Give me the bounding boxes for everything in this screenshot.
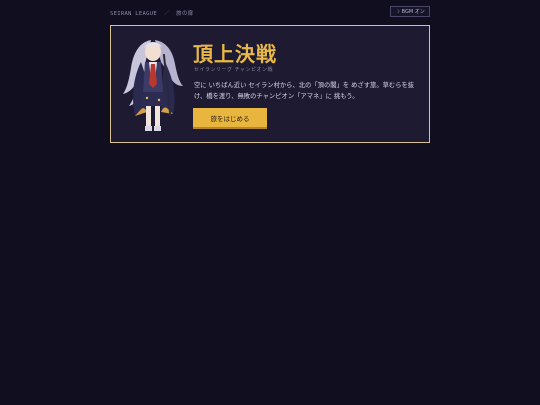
breadcrumb-current: 旅の扉	[176, 11, 194, 17]
hero-subtitle: セイランリーグ チャンピオン戦	[194, 67, 274, 73]
breadcrumb-separator: ／	[163, 11, 170, 17]
breadcrumb-league[interactable]: SEIRAN LEAGUE	[110, 11, 157, 17]
hero-description: 空に いちばん近い セイラン村から、北の「頂の閣」を めざす旅。草むらを抜け、橋…	[194, 82, 415, 100]
start-journey-button[interactable]: 旅をはじめる	[193, 108, 267, 129]
moon-icon: ☽	[395, 8, 400, 15]
breadcrumb: SEIRAN LEAGUE ／ 旅の扉	[110, 9, 193, 17]
bgm-toggle-label: BGM オン	[401, 9, 425, 15]
champion-portrait	[123, 40, 183, 131]
bgm-toggle-button[interactable]: ☽ BGM オン	[390, 6, 430, 17]
hero-title: 頂上決戦	[193, 42, 277, 66]
top-bar: SEIRAN LEAGUE ／ 旅の扉 ☽ BGM オン	[110, 6, 430, 20]
hero-card: 頂上決戦 セイランリーグ チャンピオン戦 空に いちばん近い セイラン村から、北…	[110, 25, 430, 143]
